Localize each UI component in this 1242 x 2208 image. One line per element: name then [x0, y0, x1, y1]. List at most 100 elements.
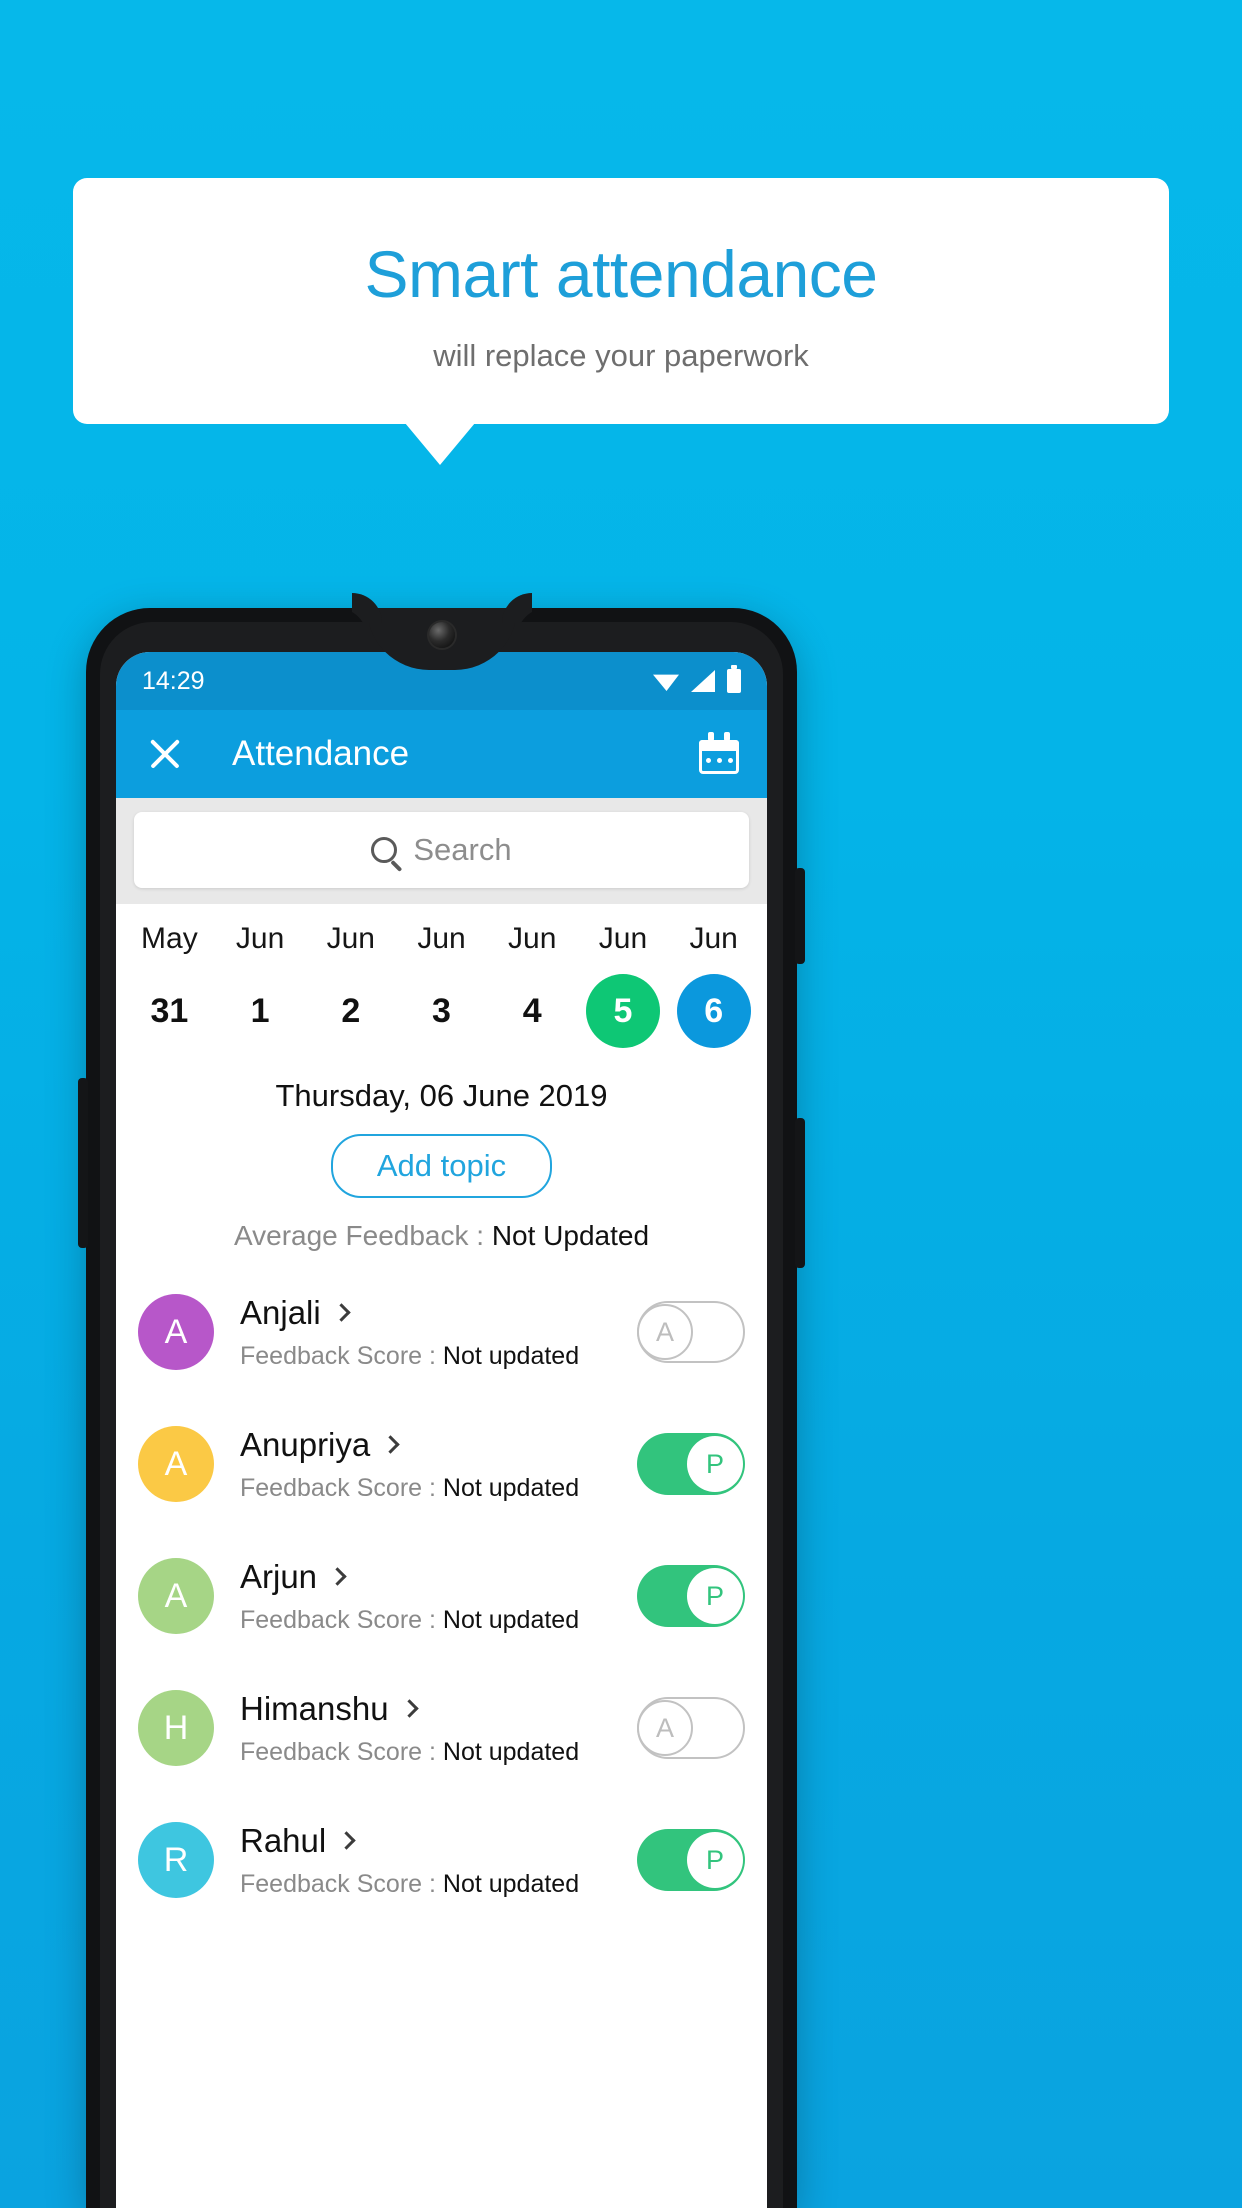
student-name-row[interactable]: Arjun	[240, 1558, 637, 1596]
date-day-number[interactable]: 4	[495, 974, 569, 1048]
feedback-score-label: Feedback Score :	[240, 1869, 443, 1898]
attendance-toggle[interactable]: P	[637, 1829, 745, 1891]
search-input[interactable]: Search	[134, 812, 749, 888]
date-cell[interactable]: Jun 5	[578, 922, 669, 1048]
date-cell[interactable]: Jun 3	[396, 922, 487, 1048]
student-row[interactable]: H Himanshu Feedback Score : Not updated A	[116, 1662, 767, 1794]
date-month-label: Jun	[508, 922, 557, 955]
avatar: A	[138, 1426, 214, 1502]
promo-speech-bubble: Smart attendance will replace your paper…	[73, 178, 1169, 424]
feedback-score: Feedback Score : Not updated	[240, 1738, 637, 1767]
feedback-score-value: Not updated	[442, 1473, 580, 1502]
search-placeholder: Search	[413, 832, 512, 867]
student-name-row[interactable]: Anjali	[240, 1294, 637, 1332]
date-day-number[interactable]: 2	[314, 974, 388, 1048]
promo-subheadline: will replace your paperwork	[433, 338, 809, 374]
chevron-right-icon[interactable]	[399, 1699, 419, 1718]
date-day-number[interactable]: 3	[405, 974, 479, 1048]
status-time: 14:29	[142, 666, 205, 695]
feedback-score: Feedback Score : Not updated	[240, 1606, 637, 1635]
selected-day-header: Thursday, 06 June 2019	[275, 1078, 608, 1113]
attendance-toggle-knob: P	[687, 1568, 743, 1624]
date-cell[interactable]: Jun 2	[305, 922, 396, 1048]
phone-power-button	[795, 868, 805, 964]
student-info: Rahul Feedback Score : Not updated	[240, 1822, 637, 1899]
attendance-toggle[interactable]: P	[637, 1565, 745, 1627]
app-bar: Attendance	[116, 710, 767, 798]
calendar-icon[interactable]	[697, 732, 741, 776]
date-cell[interactable]: Jun 4	[487, 922, 578, 1048]
feedback-score-value: Not updated	[442, 1737, 580, 1766]
date-day-number[interactable]: 1	[223, 974, 297, 1048]
date-month-label: Jun	[598, 922, 648, 955]
search-icon	[371, 837, 398, 863]
avatar: A	[138, 1294, 214, 1370]
feedback-score: Feedback Score : Not updated	[240, 1474, 637, 1503]
date-cell[interactable]: Jun 6	[668, 922, 759, 1048]
student-name: Anupriya	[240, 1425, 371, 1463]
date-month-label: Jun	[326, 922, 375, 955]
student-name: Rahul	[240, 1821, 327, 1859]
speech-bubble-tail	[405, 423, 475, 465]
date-cell[interactable]: May 31	[124, 922, 215, 1048]
student-list: A Anjali Feedback Score : Not updated A A Anu…	[116, 1266, 767, 1926]
student-info: Anjali Feedback Score : Not updated	[240, 1294, 637, 1371]
chevron-right-icon[interactable]	[328, 1567, 347, 1586]
average-feedback: Average Feedback : Not Updated	[116, 1220, 767, 1252]
student-name-row[interactable]: Himanshu	[240, 1690, 637, 1728]
wifi-icon	[653, 674, 679, 691]
average-feedback-label: Average Feedback :	[233, 1220, 492, 1251]
student-info: Anupriya Feedback Score : Not updated	[240, 1426, 637, 1503]
attendance-toggle-knob: A	[637, 1700, 693, 1756]
student-info: Himanshu Feedback Score : Not updated	[240, 1690, 637, 1767]
feedback-score-value: Not updated	[442, 1605, 580, 1634]
date-cell[interactable]: Jun 1	[215, 922, 306, 1048]
student-row[interactable]: A Anjali Feedback Score : Not updated A	[116, 1266, 767, 1398]
feedback-score-value: Not updated	[442, 1341, 580, 1370]
student-name-row[interactable]: Rahul	[240, 1822, 637, 1860]
date-day-number[interactable]: 31	[132, 974, 206, 1048]
student-info: Arjun Feedback Score : Not updated	[240, 1558, 637, 1635]
chevron-right-icon[interactable]	[332, 1303, 351, 1322]
attendance-toggle-knob: P	[687, 1436, 743, 1492]
add-topic-button[interactable]: Add topic	[330, 1134, 553, 1198]
page-title: Attendance	[232, 734, 410, 773]
search-container: Search	[116, 798, 767, 904]
feedback-score-label: Feedback Score :	[240, 1605, 443, 1634]
feedback-score-value: Not updated	[442, 1869, 580, 1898]
date-month-label: Jun	[235, 922, 285, 955]
chevron-right-icon[interactable]	[381, 1435, 400, 1454]
student-row[interactable]: A Anupriya Feedback Score : Not updated P	[116, 1398, 767, 1530]
chevron-right-icon[interactable]	[337, 1831, 356, 1850]
close-icon[interactable]	[142, 731, 188, 777]
student-row[interactable]: A Arjun Feedback Score : Not updated P	[116, 1530, 767, 1662]
student-name: Anjali	[240, 1293, 321, 1331]
avatar: H	[138, 1690, 214, 1766]
date-day-number[interactable]: 5	[585, 974, 660, 1048]
promo-headline: Smart attendance	[364, 236, 878, 311]
front-camera	[428, 622, 455, 648]
attendance-toggle[interactable]: A	[637, 1301, 745, 1363]
battery-icon	[727, 665, 741, 693]
date-month-label: Jun	[689, 922, 738, 955]
attendance-toggle[interactable]: A	[637, 1697, 745, 1759]
feedback-score: Feedback Score : Not updated	[240, 1870, 637, 1899]
phone-screen: 14:29 Attendance Search May 31 Jun 1 Jun…	[116, 652, 767, 2208]
date-day-number[interactable]: 6	[676, 974, 751, 1048]
date-month-label: May	[141, 922, 198, 955]
attendance-toggle-knob: A	[637, 1304, 693, 1360]
feedback-score-label: Feedback Score :	[240, 1473, 443, 1502]
avatar: R	[138, 1822, 214, 1898]
student-row[interactable]: R Rahul Feedback Score : Not updated P	[116, 1794, 767, 1926]
phone-side-button	[78, 1078, 88, 1248]
phone-bezel: 14:29 Attendance Search May 31 Jun 1 Jun…	[100, 622, 783, 2208]
feedback-score-label: Feedback Score :	[240, 1737, 443, 1766]
feedback-score: Feedback Score : Not updated	[240, 1342, 637, 1371]
date-month-label: Jun	[417, 922, 466, 955]
phone-volume-button	[795, 1118, 805, 1268]
avatar: A	[138, 1558, 214, 1634]
attendance-toggle[interactable]: P	[637, 1433, 745, 1495]
student-name: Arjun	[240, 1557, 318, 1595]
date-strip[interactable]: May 31 Jun 1 Jun 2 Jun 3 Jun 4 Jun 5 Jun 6	[116, 904, 767, 1054]
student-name-row[interactable]: Anupriya	[240, 1426, 637, 1464]
